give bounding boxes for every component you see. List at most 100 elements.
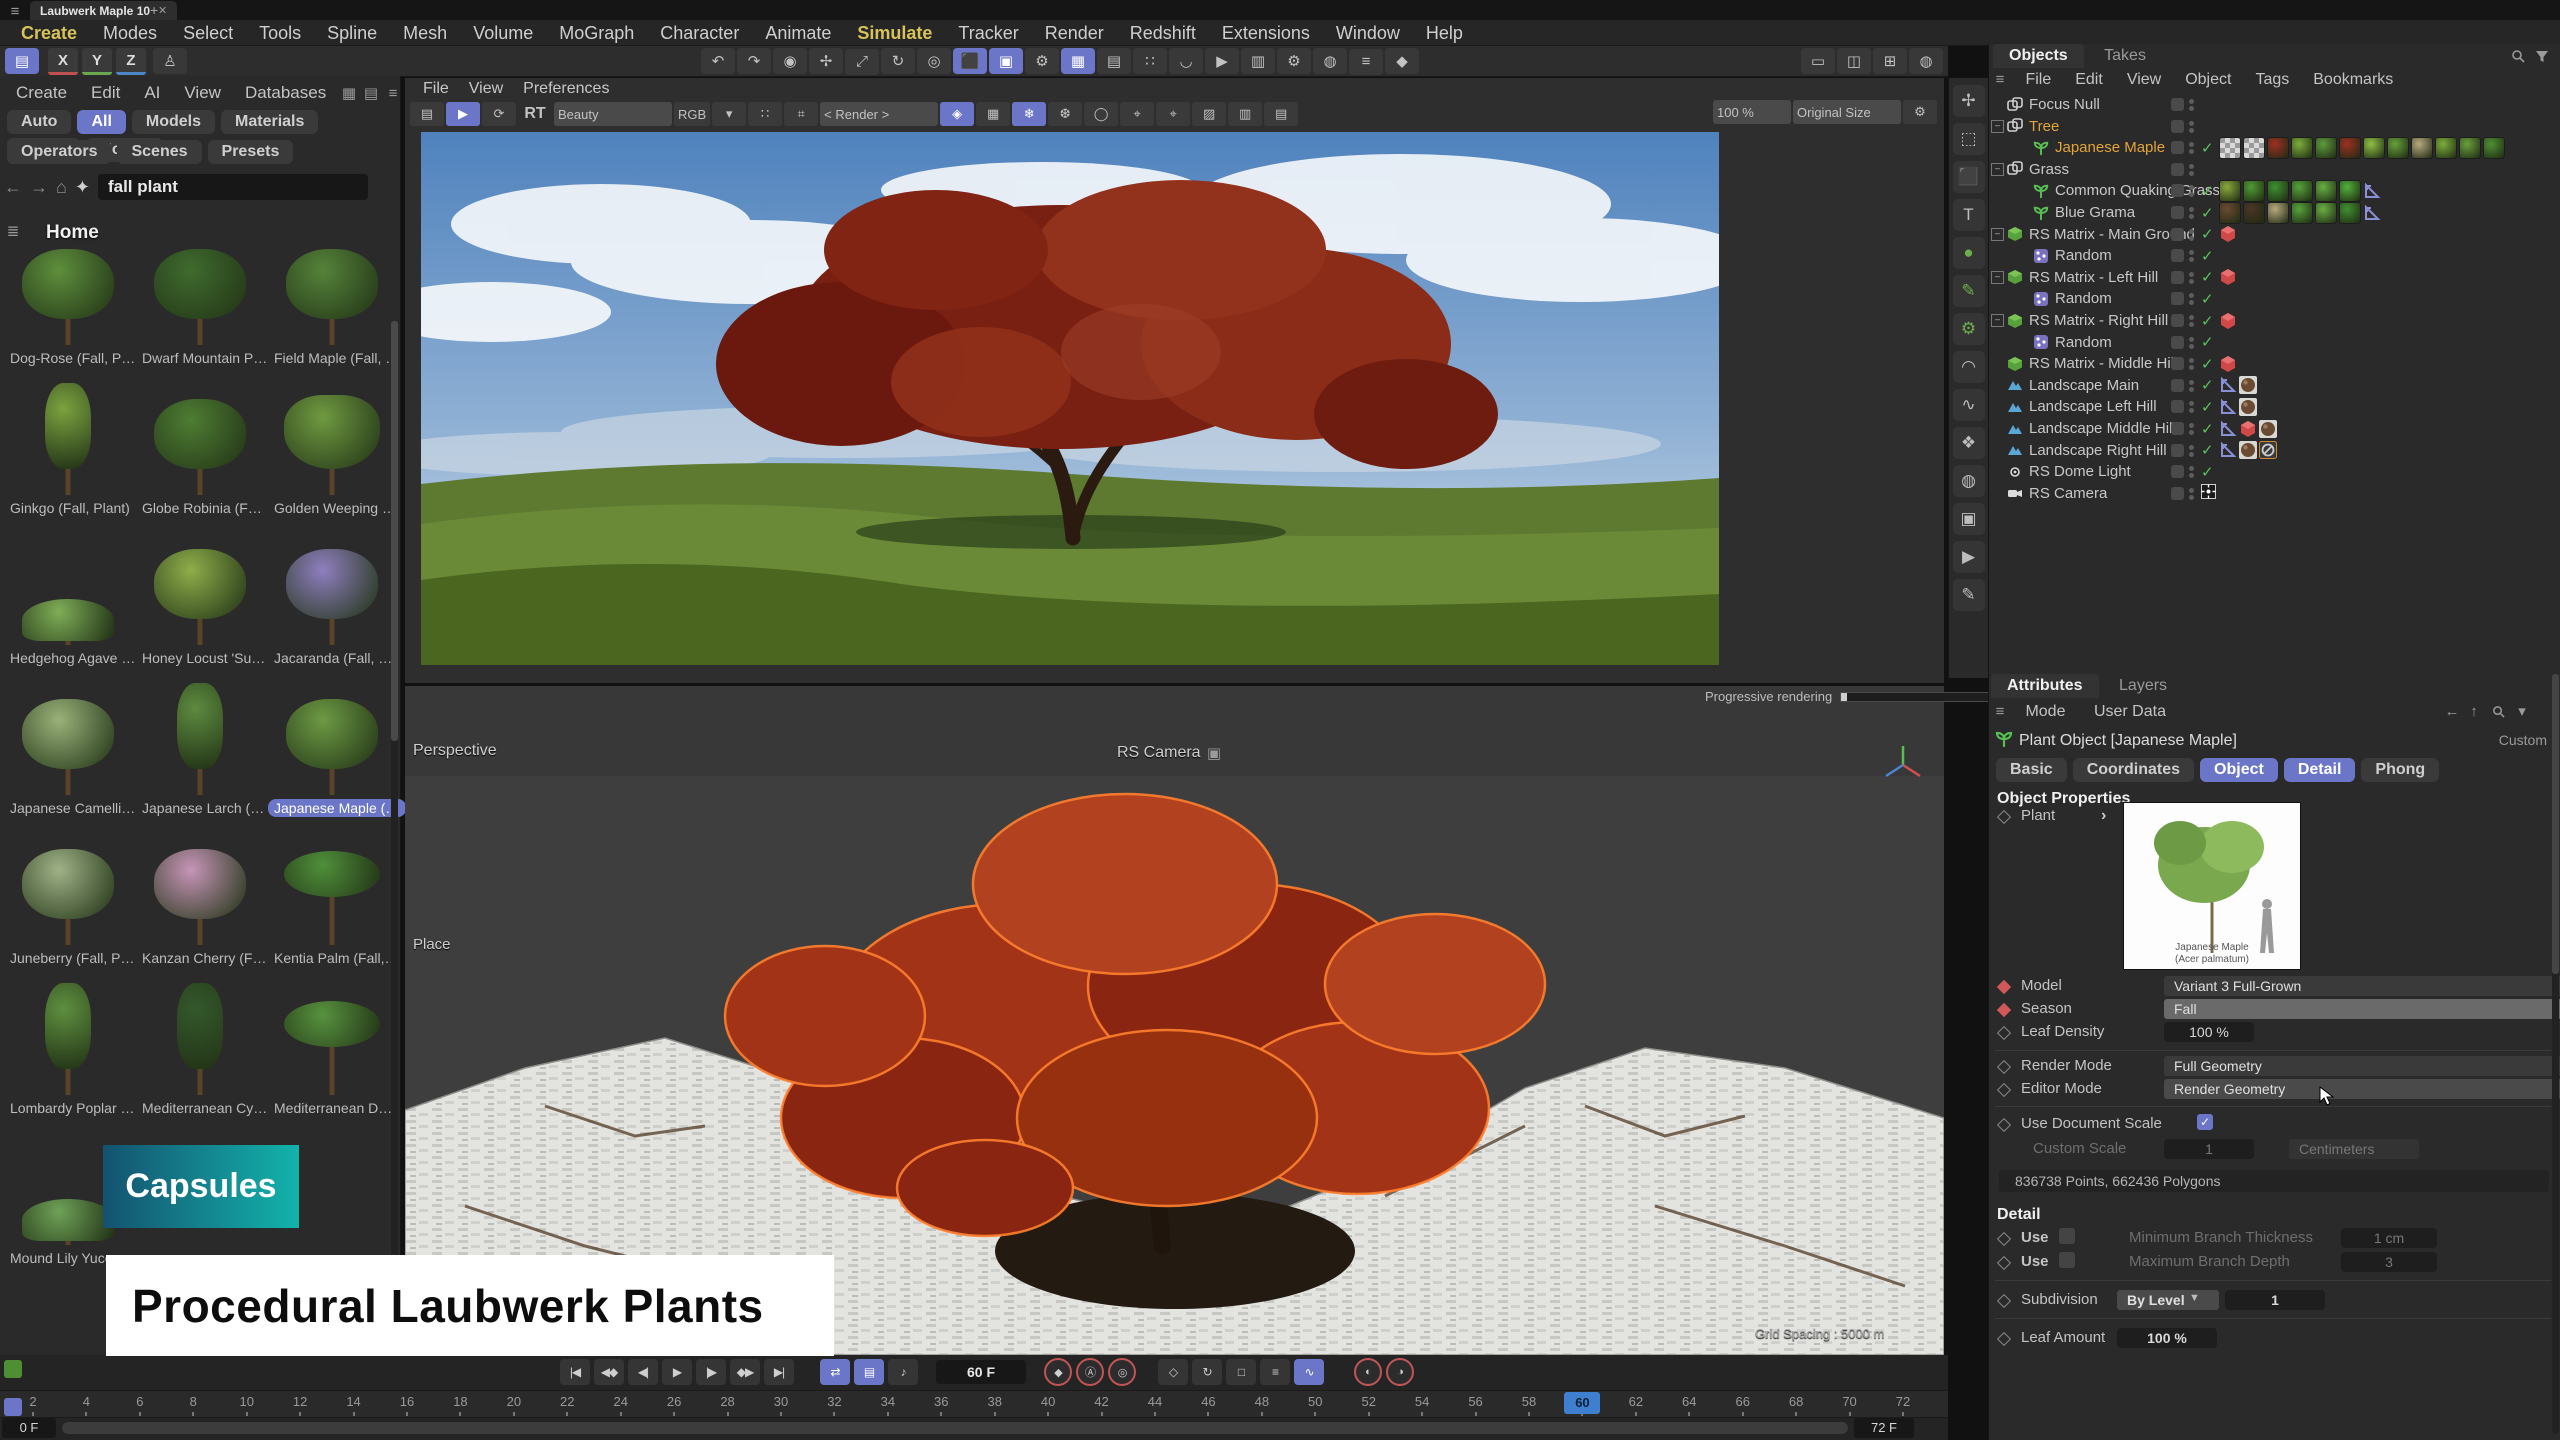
- next-frame-button[interactable]: |▶: [696, 1359, 726, 1385]
- viewport-camera-label[interactable]: RS Camera: [1117, 744, 1201, 762]
- tag-phong-icon[interactable]: [2363, 182, 2381, 200]
- expand-toggle-icon[interactable]: –: [1991, 163, 2004, 176]
- material-swatch[interactable]: [2219, 180, 2241, 202]
- tab-takes[interactable]: Takes: [2088, 44, 2162, 68]
- tag-rs-icon[interactable]: [2219, 225, 2237, 243]
- plant-item[interactable]: Dog-Rose (Fall, Plant): [4, 245, 132, 372]
- filter-all[interactable]: All: [77, 110, 125, 134]
- menu-simulate[interactable]: Simulate: [844, 20, 945, 46]
- tag-block-icon[interactable]: [2259, 441, 2277, 459]
- object-row[interactable]: RS Matrix - Middle Hill✓: [1989, 353, 2560, 374]
- render-view-icon[interactable]: ▶: [1953, 541, 1985, 573]
- anim-dot[interactable]: [1997, 1256, 2011, 1270]
- tab-attributes[interactable]: Attributes: [1991, 674, 2099, 698]
- timeline-ruler[interactable]: 2468101214161820222426283032343638404244…: [0, 1390, 1948, 1418]
- visibility-dots[interactable]: [2189, 486, 2195, 501]
- layer-chip[interactable]: [2171, 271, 2184, 284]
- zoom-dropdown[interactable]: 100 %: [1713, 100, 1791, 124]
- material-swatch[interactable]: [2315, 137, 2337, 159]
- tag-mat-icon[interactable]: [2259, 420, 2277, 438]
- forward-arrow-icon[interactable]: →: [30, 177, 48, 198]
- axis-lock-z[interactable]: Z: [116, 48, 146, 75]
- filter-operators[interactable]: Operators: [7, 140, 111, 164]
- search-icon[interactable]: [2489, 702, 2507, 720]
- generator-gear-icon[interactable]: ⚙: [1953, 313, 1985, 345]
- stripes-icon[interactable]: ▨: [1192, 102, 1226, 126]
- search-icon[interactable]: [2509, 47, 2527, 65]
- tag-rs-icon[interactable]: [2219, 312, 2237, 330]
- min-branch-input[interactable]: 1 cm: [2341, 1228, 2437, 1248]
- visibility-dots[interactable]: [2189, 140, 2195, 155]
- menu-volume[interactable]: Volume: [460, 20, 546, 46]
- layer-chip[interactable]: [2171, 314, 2184, 327]
- custom-button[interactable]: Custom: [2499, 732, 2547, 748]
- solo-right-button[interactable]: ◑: [1386, 1358, 1414, 1386]
- object-row[interactable]: Japanese Maple✓: [1989, 137, 2560, 158]
- visibility-dots[interactable]: [2189, 162, 2195, 177]
- viewport-render-icon[interactable]: ▶: [1205, 48, 1239, 74]
- simulate-icon[interactable]: ▣: [989, 48, 1023, 74]
- enabled-check-icon[interactable]: ✓: [2201, 441, 2214, 459]
- plant-item[interactable]: Mediterranean Dwarf ...: [268, 995, 396, 1122]
- leaf-amount-input[interactable]: 100 %: [2117, 1328, 2217, 1348]
- tag-rs-icon[interactable]: [2219, 355, 2237, 373]
- menu-extensions[interactable]: Extensions: [1209, 20, 1323, 46]
- layer-chip[interactable]: [2171, 98, 2184, 111]
- visibility-dots[interactable]: [2189, 443, 2195, 458]
- render-slot-dropdown[interactable]: < Render >: [820, 102, 938, 126]
- enabled-check-icon[interactable]: ✓: [2201, 268, 2214, 286]
- enabled-check-icon[interactable]: ✓: [2201, 290, 2214, 308]
- filmstrip-icon[interactable]: ▤: [410, 102, 444, 126]
- visibility-dots[interactable]: [2189, 119, 2195, 134]
- object-row[interactable]: Landscape Middle Hill✓: [1989, 418, 2560, 439]
- asset-menu-create[interactable]: Create: [6, 80, 77, 106]
- back-arrow-icon[interactable]: ←: [4, 177, 22, 198]
- enabled-check-icon[interactable]: ✓: [2201, 139, 2214, 157]
- visibility-dots[interactable]: [2189, 248, 2195, 263]
- refresh-icon[interactable]: ⟳: [482, 102, 516, 126]
- history-back-icon[interactable]: ←: [2443, 702, 2461, 720]
- visibility-dots[interactable]: [2189, 270, 2195, 285]
- next-key-button[interactable]: ◆▶: [730, 1359, 760, 1385]
- plant-item[interactable]: Japanese Larch (Fall, Pl...: [136, 695, 264, 822]
- object-row[interactable]: RS Camera: [1989, 483, 2560, 504]
- grid-icon[interactable]: ▤: [1097, 48, 1131, 74]
- renderview-menu-file[interactable]: File: [413, 78, 459, 100]
- render-mode-dropdown[interactable]: Full Geometry: [2164, 1056, 2560, 1076]
- plant-item[interactable]: Kentia Palm (Fall, Plant): [268, 845, 396, 972]
- menu-tracker[interactable]: Tracker: [945, 20, 1031, 46]
- enabled-check-icon[interactable]: ✓: [2201, 333, 2214, 351]
- expand-arrow-icon[interactable]: ›: [2101, 807, 2106, 825]
- size-dropdown[interactable]: Original Size: [1793, 100, 1901, 124]
- layer-chip[interactable]: [2171, 184, 2184, 197]
- menu-user-data[interactable]: User Data: [2082, 700, 2178, 724]
- axis-lock-x[interactable]: X: [48, 48, 78, 75]
- expand-toggle-icon[interactable]: –: [1991, 120, 2004, 133]
- asset-menu-ai[interactable]: AI: [134, 80, 170, 106]
- menu-redshift[interactable]: Redshift: [1117, 20, 1209, 46]
- om-menu-bookmarks[interactable]: Bookmarks: [2301, 68, 2405, 92]
- app-menu-icon[interactable]: ≡: [6, 2, 24, 20]
- plant-item[interactable]: Ginkgo (Fall, Plant): [4, 395, 132, 522]
- filter-scenes[interactable]: Scenes: [117, 140, 201, 164]
- material-swatch[interactable]: [2243, 180, 2265, 202]
- goto-end-button[interactable]: ▶|: [764, 1359, 794, 1385]
- field-curve-icon[interactable]: ∿: [1953, 389, 1985, 421]
- material-swatch[interactable]: [2267, 180, 2289, 202]
- quantize-icon[interactable]: ∷: [1133, 48, 1167, 74]
- enabled-check-icon[interactable]: ✓: [2201, 182, 2214, 200]
- layout-single-icon[interactable]: ▭: [1801, 48, 1835, 74]
- plant-thumbnail[interactable]: Japanese Maple (Acer palmatum): [2123, 802, 2301, 970]
- material-swatch[interactable]: [2219, 137, 2241, 159]
- menu-mograph[interactable]: MoGraph: [546, 20, 647, 46]
- material-swatch[interactable]: [2411, 137, 2433, 159]
- scale-icon[interactable]: ⤢: [845, 49, 879, 75]
- lock-icon[interactable]: ◈: [940, 102, 974, 126]
- anim-dot[interactable]: [1997, 810, 2011, 824]
- axis-lock-y[interactable]: Y: [82, 48, 112, 75]
- object-row[interactable]: –RS Matrix - Right Hill✓: [1989, 310, 2560, 331]
- menu-character[interactable]: Character: [647, 20, 752, 46]
- scale-channel-toggle[interactable]: □: [1226, 1359, 1256, 1385]
- layer-chip[interactable]: [2171, 206, 2184, 219]
- camera-target-icon[interactable]: [2201, 484, 2216, 503]
